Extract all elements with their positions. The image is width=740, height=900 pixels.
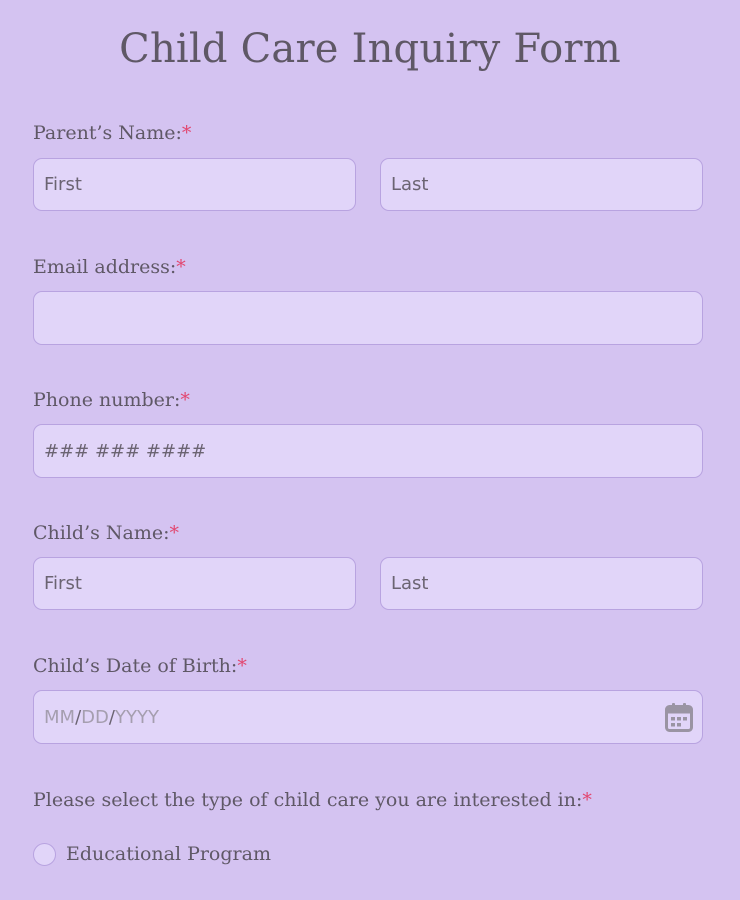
form-title: Child Care Inquiry Form — [119, 26, 621, 72]
educational-program-label[interactable]: Educational Program — [66, 843, 271, 865]
required-marker: * — [237, 655, 247, 677]
email-input[interactable] — [33, 291, 703, 345]
parent-last-name-input[interactable]: Last — [380, 158, 703, 211]
required-marker: * — [181, 122, 192, 144]
required-marker: * — [582, 789, 592, 811]
parent-name-label-text: Parent’s Name: — [33, 122, 182, 144]
phone-input[interactable]: ### ### #### — [33, 424, 703, 478]
email-label-text: Email address: — [33, 256, 177, 278]
required-marker: * — [176, 256, 186, 278]
child-name-label-text: Child’s Name: — [33, 522, 170, 544]
calendar-icon[interactable] — [665, 702, 693, 732]
parent-first-name-input[interactable]: First — [33, 158, 356, 211]
dob-day-placeholder: DD — [81, 706, 109, 728]
dob-label: Child’s Date of Birth:* — [33, 655, 247, 677]
dob-year-placeholder: YYYY — [114, 706, 159, 728]
dob-input[interactable]: MM / DD / YYYY — [33, 690, 703, 744]
dob-label-text: Child’s Date of Birth: — [33, 655, 238, 677]
phone-label-text: Phone number: — [33, 389, 181, 411]
care-type-question: Please select the type of child care you… — [33, 789, 592, 811]
required-marker: * — [180, 389, 190, 411]
care-type-question-text: Please select the type of child care you… — [33, 789, 583, 811]
dob-month-placeholder: MM — [44, 706, 76, 728]
parent-last-name-placeholder: Last — [391, 174, 429, 195]
educational-program-radio[interactable] — [33, 843, 56, 866]
required-marker: * — [169, 522, 180, 544]
phone-label: Phone number:* — [33, 389, 190, 411]
phone-placeholder: ### ### #### — [44, 440, 207, 462]
child-first-name-placeholder: First — [44, 573, 82, 594]
child-last-name-input[interactable]: Last — [380, 557, 703, 610]
parent-name-label: Parent’s Name:* — [33, 122, 191, 144]
child-name-label: Child’s Name:* — [33, 522, 179, 544]
child-first-name-input[interactable]: First — [33, 557, 356, 610]
parent-first-name-placeholder: First — [44, 174, 82, 195]
child-last-name-placeholder: Last — [391, 573, 429, 594]
email-label: Email address:* — [33, 256, 186, 278]
